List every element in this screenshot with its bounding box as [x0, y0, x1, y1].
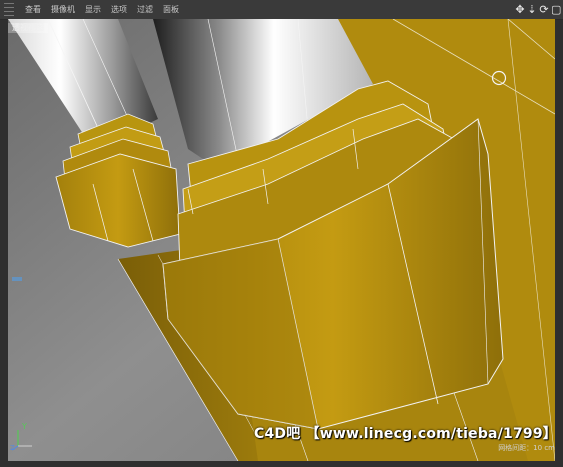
axis-y-label: Y	[22, 422, 27, 431]
move-view-icon[interactable]: ✥	[515, 0, 525, 19]
menu-options[interactable]: 选项	[106, 0, 132, 19]
view-navigation: ✥ ⇣ ⟳ ▢	[515, 0, 561, 19]
menu-display[interactable]: 显示	[80, 0, 106, 19]
maximize-view-icon[interactable]: ▢	[551, 0, 561, 19]
panel-grip-icon[interactable]	[4, 3, 14, 16]
viewport-render	[8, 19, 555, 461]
editor-window: 查看 摄像机 显示 选项 过滤 面板 ✥ ⇣ ⟳ ▢ 透视视图 Y Z C4D吧…	[0, 0, 563, 467]
viewport-menubar: 查看 摄像机 显示 选项 过滤 面板 ✥ ⇣ ⟳ ▢	[0, 0, 563, 20]
world-axis-icon: Y Z	[10, 422, 40, 454]
axis-z-label: Z	[10, 444, 15, 452]
menu-view[interactable]: 查看	[20, 0, 46, 19]
menu-filter[interactable]: 过滤	[132, 0, 158, 19]
menu-camera[interactable]: 摄像机	[46, 0, 80, 19]
watermark: C4D吧 【www.linecg.com/tieba/1799】	[254, 426, 557, 442]
grid-spacing-readout: 网格间距：10 cm	[498, 444, 555, 452]
menu-panel[interactable]: 面板	[158, 0, 184, 19]
camera-label: 透视视图	[8, 23, 48, 33]
3d-viewport[interactable]: 透视视图	[8, 19, 555, 461]
dolly-view-icon[interactable]: ⇣	[527, 0, 537, 19]
rotate-view-icon[interactable]: ⟳	[539, 0, 549, 19]
axis-marker-icon	[12, 277, 22, 281]
